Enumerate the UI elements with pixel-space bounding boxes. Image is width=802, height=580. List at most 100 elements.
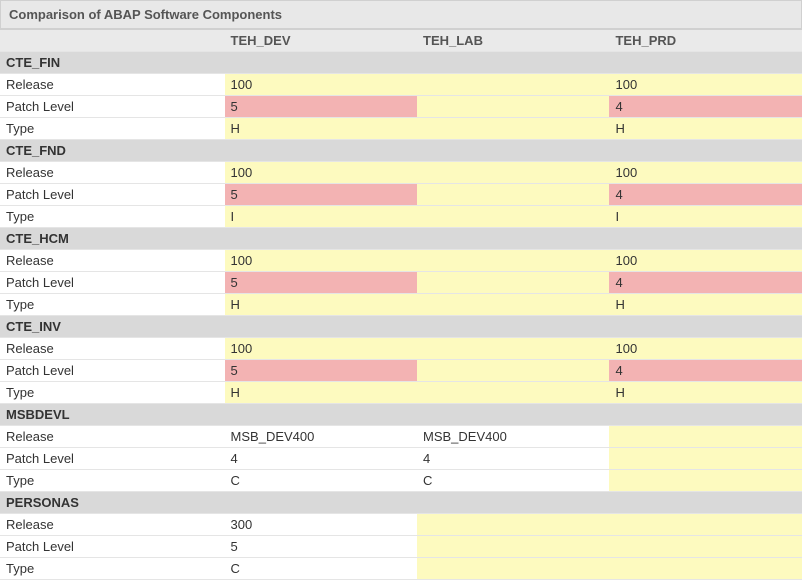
cell: 100 <box>609 162 802 184</box>
group-row[interactable]: CTE_FND <box>0 140 802 162</box>
row-label: Patch Level <box>0 272 225 294</box>
cell: 4 <box>609 96 802 118</box>
cell: 100 <box>609 74 802 96</box>
row-label: Patch Level <box>0 96 225 118</box>
cell <box>417 338 609 360</box>
data-row: TypeHH <box>0 118 802 140</box>
group-row[interactable]: PERSONAS <box>0 492 802 514</box>
cell: 4 <box>609 360 802 382</box>
data-row: Patch Level5 4 <box>0 360 802 382</box>
cell: H <box>609 294 802 316</box>
group-row[interactable]: MSBDEVL <box>0 404 802 426</box>
row-label: Release <box>0 338 225 360</box>
row-label: Release <box>0 74 225 96</box>
data-row: ReleaseMSB_DEV400MSB_DEV400 <box>0 426 802 448</box>
row-label: Patch Level <box>0 536 225 558</box>
cell: I <box>225 206 417 228</box>
group-name: PERSONAS <box>0 492 802 514</box>
data-row: Release300 <box>0 514 802 536</box>
cell: 5 <box>225 96 417 118</box>
data-row: TypeHH <box>0 382 802 404</box>
column-header-sys2[interactable]: TEH_LAB <box>417 30 609 52</box>
cell: H <box>609 118 802 140</box>
cell <box>417 558 609 580</box>
cell: C <box>225 470 417 492</box>
cell: 4 <box>609 272 802 294</box>
data-row: Patch Level5 4 <box>0 184 802 206</box>
cell: 4 <box>609 184 802 206</box>
row-label: Patch Level <box>0 448 225 470</box>
group-name: CTE_FIN <box>0 52 802 74</box>
data-row: Release100100 <box>0 338 802 360</box>
data-row: TypeII <box>0 206 802 228</box>
cell <box>417 536 609 558</box>
cell: I <box>609 206 802 228</box>
cell: 5 <box>225 360 417 382</box>
column-header-empty <box>0 30 225 52</box>
cell: MSB_DEV400 <box>417 426 609 448</box>
cell: H <box>225 118 417 140</box>
data-row: Patch Level44 <box>0 448 802 470</box>
cell <box>609 536 802 558</box>
cell: 100 <box>225 74 417 96</box>
data-row: TypeHH <box>0 294 802 316</box>
cell <box>609 470 802 492</box>
group-row[interactable]: CTE_HCM <box>0 228 802 250</box>
cell <box>417 118 609 140</box>
cell <box>609 558 802 580</box>
cell <box>609 448 802 470</box>
row-label: Type <box>0 470 225 492</box>
row-label: Type <box>0 382 225 404</box>
group-row[interactable]: CTE_FIN <box>0 52 802 74</box>
cell: 5 <box>225 272 417 294</box>
cell: 100 <box>609 338 802 360</box>
row-label: Release <box>0 250 225 272</box>
group-name: CTE_HCM <box>0 228 802 250</box>
cell <box>417 514 609 536</box>
column-header-sys1[interactable]: TEH_DEV <box>225 30 417 52</box>
cell: H <box>225 382 417 404</box>
cell: 100 <box>609 250 802 272</box>
row-label: Patch Level <box>0 360 225 382</box>
cell: 5 <box>225 184 417 206</box>
data-row: TypeCC <box>0 470 802 492</box>
cell: H <box>225 294 417 316</box>
cell: 300 <box>225 514 417 536</box>
cell: C <box>417 470 609 492</box>
cell: 4 <box>225 448 417 470</box>
cell: 5 <box>225 536 417 558</box>
cell <box>417 272 609 294</box>
column-header-sys3[interactable]: TEH_PRD <box>609 30 802 52</box>
cell: 4 <box>417 448 609 470</box>
cell <box>417 162 609 184</box>
row-label: Type <box>0 206 225 228</box>
cell: H <box>609 382 802 404</box>
row-label: Patch Level <box>0 184 225 206</box>
cell <box>609 426 802 448</box>
data-row: Release100100 <box>0 250 802 272</box>
row-label: Release <box>0 426 225 448</box>
row-label: Type <box>0 558 225 580</box>
row-label: Release <box>0 162 225 184</box>
data-row: Patch Level5 <box>0 536 802 558</box>
group-name: CTE_INV <box>0 316 802 338</box>
cell <box>609 514 802 536</box>
cell <box>417 96 609 118</box>
row-label: Release <box>0 514 225 536</box>
comparison-table: TEH_DEV TEH_LAB TEH_PRD CTE_FINRelease10… <box>0 29 802 580</box>
cell <box>417 184 609 206</box>
cell <box>417 250 609 272</box>
group-row[interactable]: CTE_INV <box>0 316 802 338</box>
data-row: Release100100 <box>0 162 802 184</box>
panel-title: Comparison of ABAP Software Components <box>0 0 802 29</box>
cell <box>417 206 609 228</box>
data-row: Patch Level5 4 <box>0 272 802 294</box>
cell <box>417 382 609 404</box>
cell: 100 <box>225 162 417 184</box>
row-label: Type <box>0 118 225 140</box>
group-name: MSBDEVL <box>0 404 802 426</box>
group-name: CTE_FND <box>0 140 802 162</box>
data-row: TypeC <box>0 558 802 580</box>
cell <box>417 294 609 316</box>
cell: C <box>225 558 417 580</box>
